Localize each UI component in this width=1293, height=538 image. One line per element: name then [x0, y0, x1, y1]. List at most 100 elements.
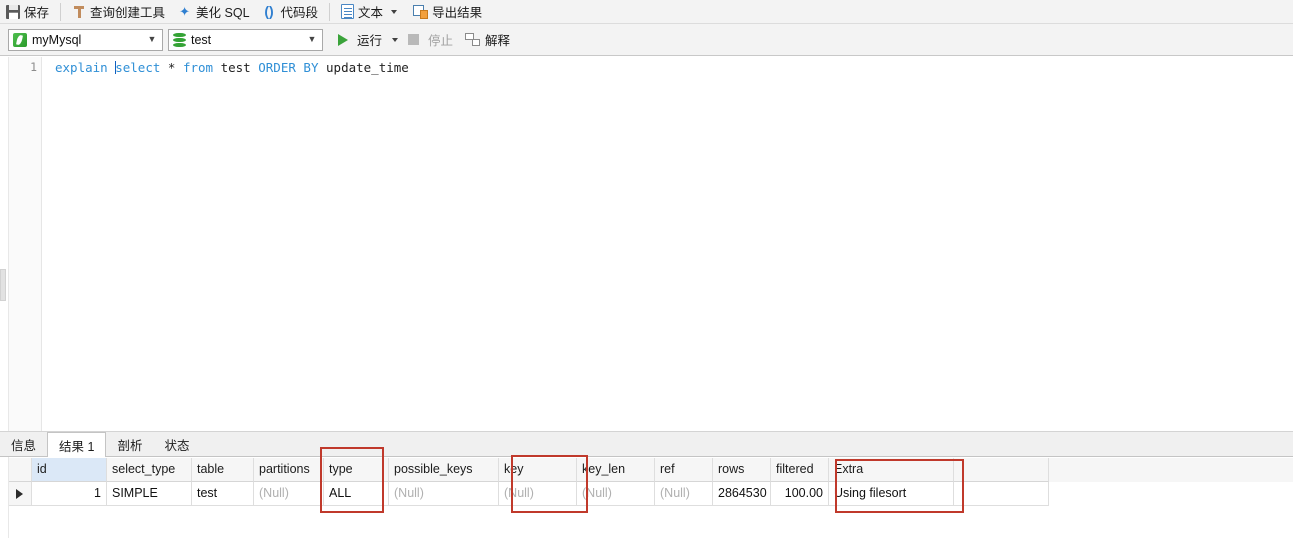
token-column-name: update_time [326, 60, 409, 75]
chevron-down-icon[interactable] [391, 9, 398, 14]
column-header-rows[interactable]: rows [713, 458, 771, 482]
cell-filtered[interactable]: 100.00 [771, 482, 829, 506]
cell-rows[interactable]: 2864530 [713, 482, 771, 506]
cell-extra[interactable]: Using filesort [829, 482, 954, 506]
column-header-id[interactable]: id [32, 458, 107, 482]
cell-possible_keys[interactable]: (Null) [389, 482, 499, 506]
stop-button: 停止 [402, 29, 459, 51]
beautify-sql-button-label: 美化 SQL [196, 6, 250, 20]
stop-icon [408, 34, 420, 45]
cell-id[interactable]: 1 [32, 482, 107, 506]
connection-select-value: myMysql [32, 32, 82, 47]
chevron-down-icon[interactable]: ▼ [144, 35, 160, 44]
toolbar-separator-2 [329, 2, 331, 21]
cell-table[interactable]: test [192, 482, 254, 506]
token-by: BY [303, 60, 319, 75]
run-dropdown-chevron-down-icon[interactable] [392, 37, 399, 42]
token-explain: explain [55, 60, 108, 75]
database-icon [173, 32, 186, 47]
column-header-pad [954, 458, 1049, 482]
cell-key_len[interactable]: (Null) [577, 482, 655, 506]
tab-status[interactable]: 状态 [153, 432, 200, 456]
column-header-type[interactable]: type [324, 458, 389, 482]
token-space-7 [318, 60, 326, 75]
results-tabbar: 信息 结果 1 剖析 状态 [0, 432, 1293, 457]
query-builder-icon [72, 5, 86, 19]
line-number: 1 [30, 60, 37, 74]
cell-pad [954, 482, 1049, 506]
token-space-3 [175, 60, 183, 75]
grid-header-rowmark [9, 458, 32, 482]
table-row[interactable]: 1 SIMPLE test (Null) ALL (Null) (Null) (… [9, 482, 1293, 506]
column-header-key[interactable]: key [499, 458, 577, 482]
token-space-4 [213, 60, 221, 75]
code-snippet-icon: () [264, 2, 274, 19]
token-select: select [115, 60, 161, 75]
tab-info-label: 信息 [11, 438, 37, 453]
save-button-label: 保存 [24, 6, 50, 20]
secondary-toolbar: myMysql ▼ test ▼ 运行 停止 解释 [0, 24, 1293, 56]
database-select[interactable]: test ▼ [168, 28, 323, 51]
column-header-ref[interactable]: ref [655, 458, 713, 482]
explain-icon [465, 32, 481, 47]
connection-select[interactable]: myMysql ▼ [8, 28, 163, 51]
token-table-name: test [220, 60, 251, 75]
play-icon [338, 33, 348, 46]
editor-line-number-gutter: 1 [9, 57, 42, 431]
save-button[interactable]: 保存 [0, 1, 55, 23]
primary-toolbar: 保存 查询创建工具 ✦ 美化 SQL () 代码段 文本 导出结果 [0, 0, 1293, 24]
tab-info[interactable]: 信息 [0, 432, 47, 456]
cell-type[interactable]: ALL [324, 482, 389, 506]
run-button-label: 运行 [357, 34, 383, 48]
editor-code-area[interactable]: explain select * from test ORDER BY upda… [43, 57, 1293, 431]
cell-ref[interactable]: (Null) [655, 482, 713, 506]
results-panel: 信息 结果 1 剖析 状态 id select_type table parti… [0, 431, 1293, 538]
token-from: from [182, 60, 214, 75]
token-space-2 [160, 60, 168, 75]
tab-profile-label: 剖析 [117, 438, 143, 453]
cell-partitions[interactable]: (Null) [254, 482, 324, 506]
text-format-button[interactable]: 文本 [335, 1, 407, 23]
column-header-possible_keys[interactable]: possible_keys [389, 458, 499, 482]
save-icon [6, 4, 20, 19]
panel-splitter-handle[interactable] [0, 269, 6, 301]
run-button[interactable]: 运行 [332, 29, 388, 51]
database-select-value: test [191, 32, 212, 47]
tab-result-1[interactable]: 结果 1 [47, 432, 107, 457]
tab-profile[interactable]: 剖析 [106, 432, 153, 456]
chevron-down-icon[interactable]: ▼ [304, 35, 320, 44]
code-line-1[interactable]: explain select * from test ORDER BY upda… [43, 57, 1293, 76]
query-builder-button[interactable]: 查询创建工具 [66, 1, 171, 23]
editor-left-strip [0, 57, 9, 431]
explain-button-label: 解释 [485, 34, 511, 48]
explain-button[interactable]: 解释 [459, 29, 516, 51]
row-selector[interactable] [9, 482, 32, 506]
column-header-table[interactable]: table [192, 458, 254, 482]
connection-icon [13, 32, 27, 47]
beautify-sql-button[interactable]: ✦ 美化 SQL [171, 1, 256, 23]
column-header-partitions[interactable]: partitions [254, 458, 324, 482]
code-snippet-button[interactable]: () 代码段 [256, 1, 325, 23]
stop-button-label: 停止 [428, 34, 454, 48]
column-header-select_type[interactable]: select_type [107, 458, 192, 482]
column-header-key_len[interactable]: key_len [577, 458, 655, 482]
result-grid[interactable]: id select_type table partitions type pos… [9, 458, 1293, 506]
text-icon [341, 4, 355, 19]
text-format-button-label: 文本 [358, 6, 384, 20]
export-result-button-label: 导出结果 [432, 6, 483, 20]
sql-editor[interactable]: 1 explain select * from test ORDER BY up… [0, 57, 1293, 431]
export-result-button[interactable]: 导出结果 [407, 1, 488, 23]
cell-select_type[interactable]: SIMPLE [107, 482, 192, 506]
code-snippet-button-label: 代码段 [280, 6, 319, 20]
query-builder-button-label: 查询创建工具 [90, 6, 166, 20]
row-marker-triangle-icon [16, 489, 23, 499]
grid-header-row: id select_type table partitions type pos… [9, 458, 1293, 482]
toolbar-separator-1 [60, 2, 62, 21]
cell-key[interactable]: (Null) [499, 482, 577, 506]
column-header-extra[interactable]: Extra [829, 458, 954, 482]
export-icon [413, 4, 429, 19]
column-header-filtered[interactable]: filtered [771, 458, 829, 482]
beautify-icon: ✦ [179, 3, 190, 19]
grid-left-strip [0, 457, 9, 538]
token-order: ORDER [258, 60, 296, 75]
